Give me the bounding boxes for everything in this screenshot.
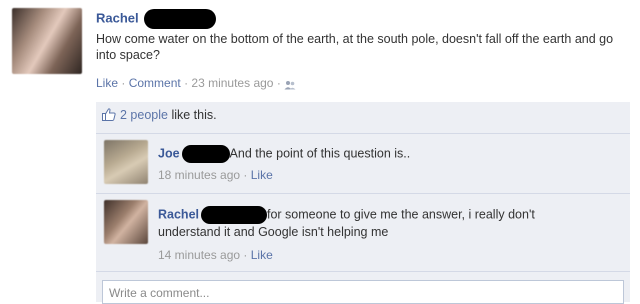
comment-body: Rachel for someone to give me the answer,… <box>158 206 618 240</box>
post-text: How come water on the bottom of the eart… <box>96 32 614 62</box>
post-author-name[interactable]: Rachel <box>96 10 139 25</box>
comment-text-line1: for someone to give me the answer, i rea… <box>267 207 535 222</box>
divider <box>96 271 630 272</box>
likes-summary: 2 people like this. <box>102 108 217 124</box>
divider <box>96 133 630 134</box>
comment-author-name[interactable]: Joe <box>158 146 180 160</box>
separator: · <box>184 76 189 90</box>
comment-body: Joe And the point of this question is.. <box>158 145 410 163</box>
comment-timestamp[interactable]: 14 minutes ago <box>158 248 240 262</box>
comment-input[interactable]: Write a comment... <box>102 280 624 304</box>
comment-text: And the point of this question is.. <box>229 146 411 161</box>
comment-meta: 18 minutes ago · Like <box>158 168 273 182</box>
post-comment-link[interactable]: Comment <box>129 76 181 90</box>
comment-meta: 14 minutes ago · Like <box>158 248 273 262</box>
people-icon <box>284 79 296 90</box>
separator: · <box>276 76 281 90</box>
thumbs-up-icon <box>102 108 116 124</box>
comment-author-avatar[interactable] <box>104 140 148 184</box>
comment-like-link[interactable]: Like <box>251 248 273 262</box>
redaction-mark <box>201 206 267 224</box>
post-meta: Like · Comment · 23 minutes ago · <box>96 76 296 90</box>
comment-author-avatar[interactable] <box>104 200 148 244</box>
separator: · <box>243 248 248 262</box>
comment-timestamp[interactable]: 18 minutes ago <box>158 168 240 182</box>
likes-count-link[interactable]: 2 people <box>120 108 168 122</box>
feedback-panel <box>96 102 630 302</box>
post-header: Rachel <box>96 9 217 29</box>
likes-suffix: like this. <box>171 108 217 122</box>
comment-text-line2: understand it and Google isn't helping m… <box>158 225 389 239</box>
divider <box>96 193 630 194</box>
post-timestamp[interactable]: 23 minutes ago <box>191 76 273 90</box>
redaction-mark <box>181 145 230 163</box>
separator: · <box>121 76 126 90</box>
post-like-link[interactable]: Like <box>96 76 118 90</box>
comment-like-link[interactable]: Like <box>251 168 273 182</box>
separator: · <box>243 168 248 182</box>
post-author-avatar[interactable] <box>12 8 82 74</box>
redaction-mark <box>144 9 217 29</box>
comment-author-name[interactable]: Rachel <box>158 207 199 221</box>
